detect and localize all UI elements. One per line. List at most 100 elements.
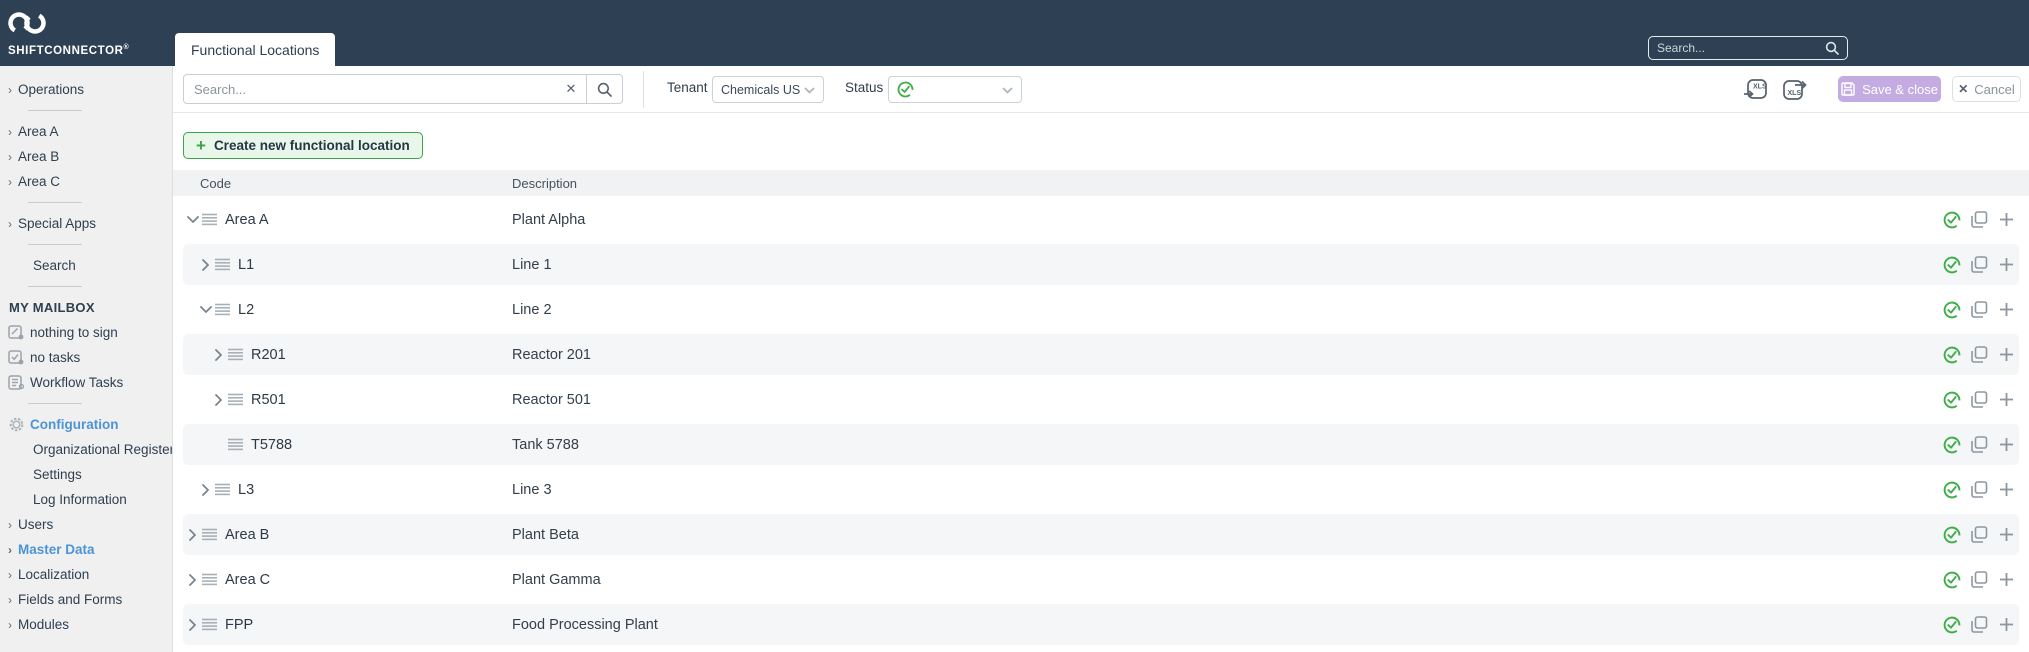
sidebar-item-label: Users	[18, 517, 53, 532]
drag-handle-icon[interactable]	[228, 348, 243, 361]
table-row[interactable]: FPP Food Processing Plant	[173, 602, 2029, 647]
cancel-button[interactable]: ✕ Cancel	[1952, 76, 2021, 102]
table-header: Code Description	[173, 170, 2029, 196]
sidebar-item-organizational-register[interactable]: Organizational Register	[0, 437, 172, 462]
xls-export-icon[interactable]: XLS	[1781, 75, 1807, 103]
add-child-icon[interactable]	[1997, 256, 2015, 274]
add-child-icon[interactable]	[1997, 346, 2015, 364]
sidebar-item-area-a[interactable]: › Area A	[0, 119, 172, 144]
tree-collapse-icon[interactable]	[186, 216, 200, 224]
tree-expand-icon[interactable]	[199, 484, 213, 496]
approved-check-icon[interactable]	[1943, 436, 1961, 454]
floppy-disk-icon	[1841, 82, 1855, 96]
drag-handle-icon[interactable]	[215, 303, 230, 316]
drag-handle-icon[interactable]	[215, 258, 230, 271]
table-row[interactable]: Area A Plant Alpha	[173, 197, 2029, 242]
approved-check-icon[interactable]	[1943, 301, 1961, 319]
sidebar-item-fields-and-forms[interactable]: › Fields and Forms	[0, 587, 172, 612]
sidebar-item-operations[interactable]: › Operations	[0, 77, 172, 102]
duplicate-icon[interactable]	[1970, 616, 1988, 634]
search-icon[interactable]	[1825, 41, 1839, 55]
table-row[interactable]: T5788 Tank 5788	[173, 422, 2029, 467]
add-child-icon[interactable]	[1997, 301, 2015, 319]
duplicate-icon[interactable]	[1970, 346, 1988, 364]
sidebar-item-search[interactable]: Search	[0, 253, 172, 278]
duplicate-icon[interactable]	[1970, 571, 1988, 589]
approved-check-icon[interactable]	[1943, 526, 1961, 544]
clear-x-icon[interactable]: ✕	[556, 75, 586, 103]
tree-expand-icon[interactable]	[186, 574, 200, 586]
sidebar-item-localization[interactable]: › Localization	[0, 562, 172, 587]
approved-check-icon[interactable]	[1943, 391, 1961, 409]
table-row[interactable]: R201 Reactor 201	[173, 332, 2029, 377]
global-search-box[interactable]	[1648, 36, 1848, 60]
add-child-icon[interactable]	[1997, 481, 2015, 499]
tree-expand-icon[interactable]	[186, 529, 200, 541]
tree-expand-icon[interactable]	[199, 259, 213, 271]
drag-handle-icon[interactable]	[215, 483, 230, 496]
sidebar-item-configuration[interactable]: Configuration	[0, 412, 172, 437]
duplicate-icon[interactable]	[1970, 256, 1988, 274]
tree-expand-icon[interactable]	[212, 349, 226, 361]
tab-functional-locations[interactable]: Functional Locations	[175, 33, 335, 67]
infinity-logo-icon	[8, 10, 46, 36]
drag-handle-icon[interactable]	[202, 618, 217, 631]
save-and-close-button[interactable]: Save & close	[1838, 76, 1941, 102]
add-child-icon[interactable]	[1997, 436, 2015, 454]
sidebar-section-header: MY MAILBOX	[0, 295, 172, 320]
drag-handle-icon[interactable]	[228, 438, 243, 451]
add-child-icon[interactable]	[1997, 211, 2015, 229]
sidebar-item-users[interactable]: › Users	[0, 512, 172, 537]
sidebar-item-log-information[interactable]: Log Information	[0, 487, 172, 512]
table-row[interactable]: L2 Line 2	[173, 287, 2029, 332]
duplicate-icon[interactable]	[1970, 526, 1988, 544]
tenant-dropdown[interactable]: Chemicals USA	[712, 76, 824, 103]
drag-handle-icon[interactable]	[202, 528, 217, 541]
create-functional-location-button[interactable]: + Create new functional location	[183, 132, 423, 159]
xls-import-icon[interactable]: XLS	[1743, 75, 1769, 103]
add-child-icon[interactable]	[1997, 526, 2015, 544]
sidebar-item-workflow-tasks[interactable]: Workflow Tasks	[0, 370, 172, 395]
duplicate-icon[interactable]	[1970, 391, 1988, 409]
approved-check-icon[interactable]	[1943, 346, 1961, 364]
approved-check-icon[interactable]	[1943, 481, 1961, 499]
duplicate-icon[interactable]	[1970, 301, 1988, 319]
sidebar-item-settings[interactable]: Settings	[0, 462, 172, 487]
add-child-icon[interactable]	[1997, 391, 2015, 409]
search-icon[interactable]	[586, 75, 622, 103]
status-dropdown[interactable]	[888, 76, 1022, 103]
sidebar-item-master-data[interactable]: › Master Data	[0, 537, 172, 562]
sidebar-item-area-b[interactable]: › Area B	[0, 144, 172, 169]
table-search-box[interactable]: ✕	[183, 74, 623, 104]
sidebar-item-special-apps[interactable]: › Special Apps	[0, 211, 172, 236]
tree-collapse-icon[interactable]	[199, 306, 213, 314]
sidebar-item-modules[interactable]: › Modules	[0, 612, 172, 637]
duplicate-icon[interactable]	[1970, 211, 1988, 229]
sidebar-item-label: nothing to sign	[30, 325, 118, 340]
table-row[interactable]: L1 Line 1	[173, 242, 2029, 287]
table-row[interactable]: R501 Reactor 501	[173, 377, 2029, 422]
duplicate-icon[interactable]	[1970, 481, 1988, 499]
table-row[interactable]: Area C Plant Gamma	[173, 557, 2029, 602]
sidebar-item-area-c[interactable]: › Area C	[0, 169, 172, 194]
table-search-input[interactable]	[184, 82, 556, 97]
drag-handle-icon[interactable]	[202, 213, 217, 226]
row-code: Area B	[225, 527, 269, 543]
tree-expand-icon[interactable]	[212, 394, 226, 406]
drag-handle-icon[interactable]	[228, 393, 243, 406]
global-search-input[interactable]	[1657, 41, 1825, 55]
add-child-icon[interactable]	[1997, 571, 2015, 589]
drag-handle-icon[interactable]	[202, 573, 217, 586]
sidebar-item-no-tasks[interactable]: no tasks	[0, 345, 172, 370]
duplicate-icon[interactable]	[1970, 436, 1988, 454]
approved-check-icon[interactable]	[1943, 211, 1961, 229]
approved-check-icon[interactable]	[1943, 256, 1961, 274]
approved-check-icon[interactable]	[1943, 571, 1961, 589]
table-row[interactable]: L3 Line 3	[173, 467, 2029, 512]
approved-check-icon[interactable]	[1943, 616, 1961, 634]
tree-expand-icon[interactable]	[186, 619, 200, 631]
sidebar-item-nothing-to-sign[interactable]: nothing to sign	[0, 320, 172, 345]
add-child-icon[interactable]	[1997, 616, 2015, 634]
chevron-right-icon: ›	[8, 175, 18, 189]
table-row[interactable]: Area B Plant Beta	[173, 512, 2029, 557]
